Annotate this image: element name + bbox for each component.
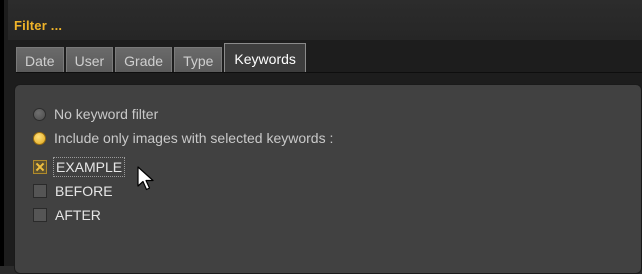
- radio-label-no-keyword-filter: No keyword filter: [54, 106, 159, 122]
- keyword-item-before[interactable]: BEFORE: [33, 182, 115, 200]
- tab-grade[interactable]: Grade: [115, 47, 173, 73]
- keyword-label-before: BEFORE: [55, 183, 113, 199]
- keywords-panel: No keyword filter Include only images wi…: [14, 84, 642, 274]
- tab-keywords[interactable]: Keywords: [224, 43, 306, 73]
- radio-label-include-selected: Include only images with selected keywor…: [54, 130, 334, 146]
- tab-user[interactable]: User: [65, 47, 114, 73]
- keyword-item-after[interactable]: AFTER: [33, 206, 103, 224]
- radio-button-unchecked[interactable]: [33, 107, 46, 121]
- tab-type[interactable]: Type: [174, 47, 223, 73]
- keyword-label-example: EXAMPLE: [53, 157, 126, 177]
- radio-include-selected-keywords[interactable]: Include only images with selected keywor…: [33, 130, 333, 146]
- checkbox-before[interactable]: [33, 184, 47, 198]
- arrow-cursor-icon: [137, 166, 154, 191]
- title-bar: Filter ...: [8, 0, 642, 40]
- checkbox-after[interactable]: [33, 208, 47, 222]
- tab-divider: [16, 72, 642, 73]
- keyword-label-after: AFTER: [55, 207, 101, 223]
- dialog-title: Filter ...: [14, 18, 63, 33]
- radio-no-keyword-filter[interactable]: No keyword filter: [33, 106, 158, 122]
- keyword-item-example[interactable]: EXAMPLE: [33, 157, 126, 177]
- checkbox-example[interactable]: [33, 160, 47, 174]
- radio-button-checked[interactable]: [33, 131, 46, 145]
- tab-date[interactable]: Date: [16, 47, 64, 73]
- tab-strip: Date User Grade Type Keywords: [16, 43, 308, 73]
